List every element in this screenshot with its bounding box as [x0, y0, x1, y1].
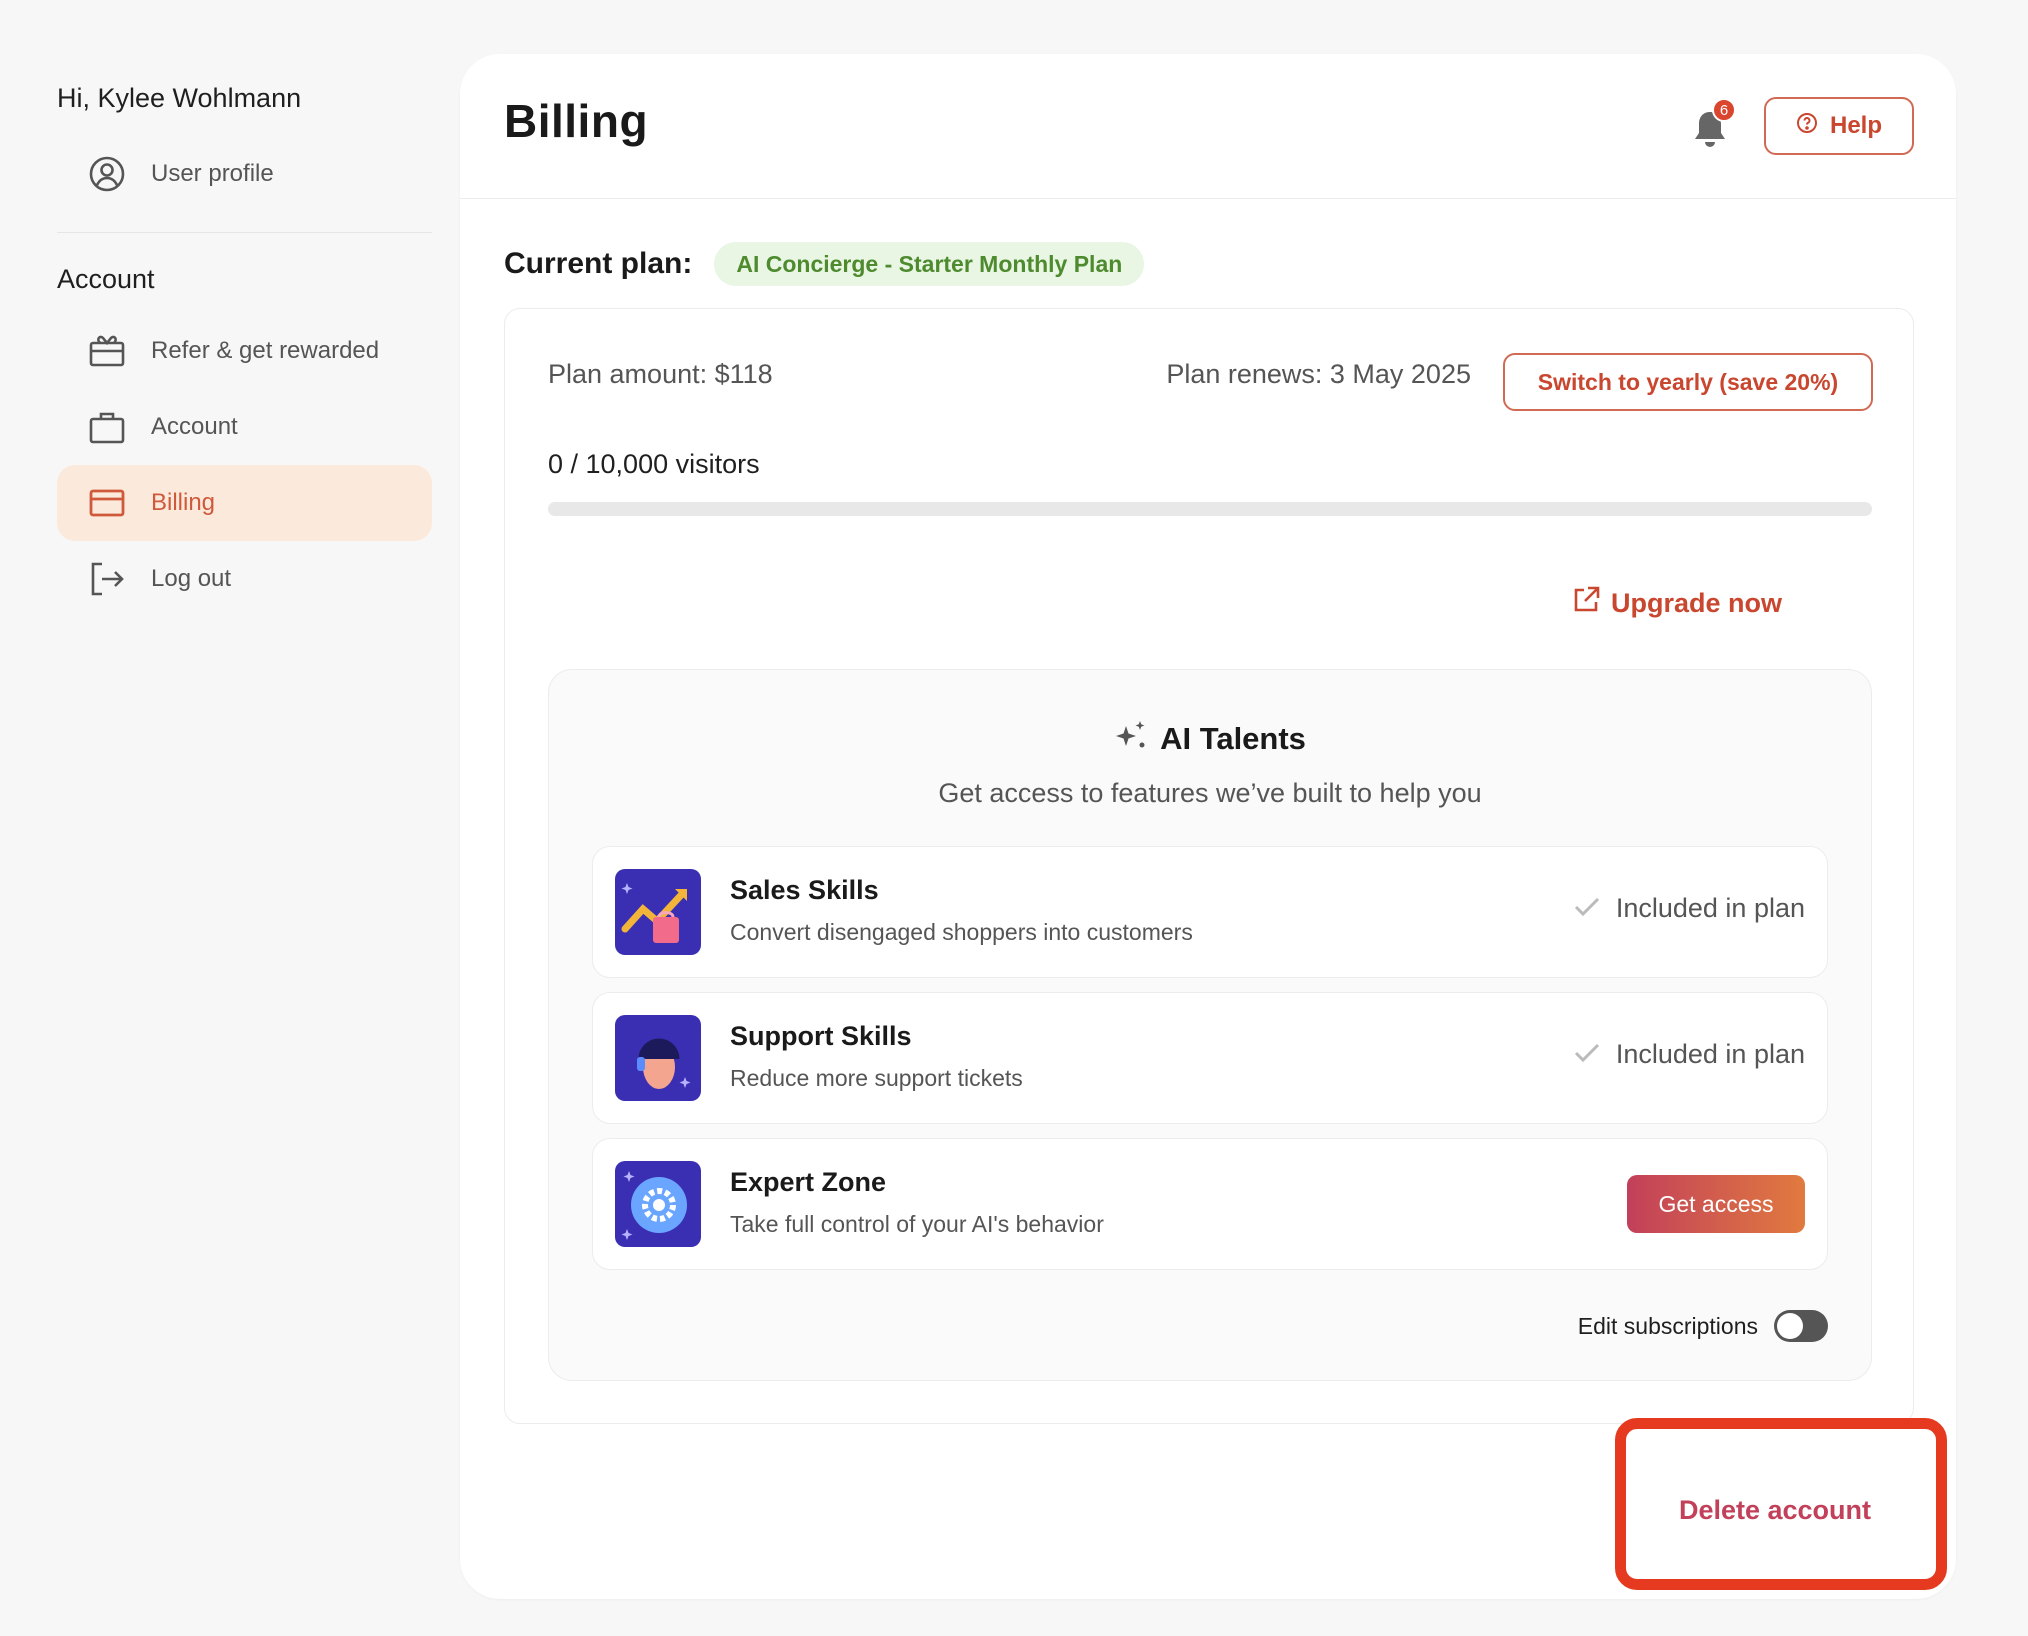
check-icon [1574, 1039, 1600, 1070]
visitors-count: 0 / 10,000 visitors [548, 449, 760, 479]
ai-talents-title-text: AI Talents [1160, 721, 1306, 756]
delete-account-button[interactable]: Delete account [1640, 1480, 1910, 1540]
question-circle-icon [1796, 112, 1818, 141]
edit-subscriptions-row: Edit subscriptions [1578, 1310, 1828, 1342]
get-access-button[interactable]: Get access [1627, 1175, 1805, 1233]
briefcase-icon [87, 407, 127, 447]
user-circle-icon [87, 154, 127, 194]
sidebar-item-label: Account [151, 413, 238, 440]
visitors-progress-bar [548, 502, 1872, 516]
sidebar-item-billing[interactable]: Billing [57, 465, 432, 541]
page-title: Billing [504, 95, 649, 147]
upgrade-now-label: Upgrade now [1611, 588, 1783, 618]
ai-talents-title: AI Talents [549, 718, 1871, 760]
sidebar-item-label: Billing [151, 489, 216, 516]
skill-description: Reduce more support tickets [730, 1065, 1023, 1091]
page-header: Billing 6 Help [460, 54, 1956, 199]
skill-description: Convert disengaged shoppers into custome… [730, 919, 1193, 945]
plan-details-card: Plan amount: $118 Plan renews: 3 May 202… [504, 308, 1914, 1424]
sidebar: Hi, Kylee Wohlmann User profile Account … [57, 78, 432, 617]
skill-name: Sales Skills [730, 875, 879, 905]
credit-card-icon [87, 483, 127, 523]
sidebar-item-label: Refer & get rewarded [151, 337, 380, 364]
greeting: Hi, Kylee Wohlmann [57, 83, 302, 113]
included-label: Included in plan [1615, 893, 1805, 923]
switch-yearly-button[interactable]: Switch to yearly (save 20%) [1503, 353, 1873, 411]
notification-badge: 6 [1712, 98, 1736, 122]
skill-description: Take full control of your AI's behavior [730, 1211, 1104, 1237]
included-label: Included in plan [1615, 1039, 1805, 1069]
sidebar-item-label: User profile [151, 160, 274, 187]
ai-talents-panel: AI Talents Get access to features we’ve … [548, 669, 1872, 1381]
current-plan-row: Current plan: AI Concierge - Starter Mon… [504, 242, 1145, 286]
included-status: Included in plan [1574, 1039, 1805, 1070]
logout-icon [87, 559, 127, 599]
sidebar-item-label: Log out [151, 565, 232, 592]
sparkles-icon [1114, 718, 1148, 760]
sidebar-item-account[interactable]: Account [57, 389, 432, 465]
edit-subscriptions-toggle[interactable] [1774, 1310, 1828, 1342]
help-button[interactable]: Help [1764, 97, 1914, 155]
plan-amount: Plan amount: $118 [548, 359, 773, 389]
edit-subscriptions-label: Edit subscriptions [1577, 1312, 1758, 1339]
plan-name-badge: AI Concierge - Starter Monthly Plan [714, 242, 1145, 286]
sidebar-section-account: Account [57, 264, 155, 294]
ai-talents-subtitle: Get access to features we’ve built to he… [938, 778, 1482, 808]
skill-row-expert: Expert Zone Take full control of your AI… [592, 1138, 1828, 1270]
sidebar-item-refer[interactable]: Refer & get rewarded [57, 313, 432, 389]
skill-row-support: Support Skills Reduce more support ticke… [592, 992, 1828, 1124]
included-status: Included in plan [1574, 893, 1805, 924]
help-label: Help [1829, 112, 1882, 139]
external-link-icon [1571, 585, 1601, 622]
skill-row-sales: Sales Skills Convert disengaged shoppers… [592, 846, 1828, 978]
expert-zone-thumbnail-icon [615, 1161, 701, 1247]
support-skills-thumbnail-icon [615, 1015, 701, 1101]
sidebar-divider [57, 232, 432, 233]
main-panel: Billing 6 Help Current plan: AI Concierg… [460, 54, 1956, 1599]
skill-name: Support Skills [730, 1021, 912, 1051]
plan-renews: Plan renews: 3 May 2025 [1166, 359, 1471, 389]
sidebar-item-logout[interactable]: Log out [57, 541, 432, 617]
sales-skills-thumbnail-icon [615, 869, 701, 955]
upgrade-now-link[interactable]: Upgrade now [1571, 585, 1782, 622]
skill-name: Expert Zone [730, 1167, 887, 1197]
sidebar-item-user-profile[interactable]: User profile [57, 136, 432, 212]
toggle-knob [1777, 1313, 1803, 1339]
gift-icon [87, 331, 127, 371]
check-icon [1574, 893, 1600, 924]
current-plan-label: Current plan: [504, 247, 693, 280]
